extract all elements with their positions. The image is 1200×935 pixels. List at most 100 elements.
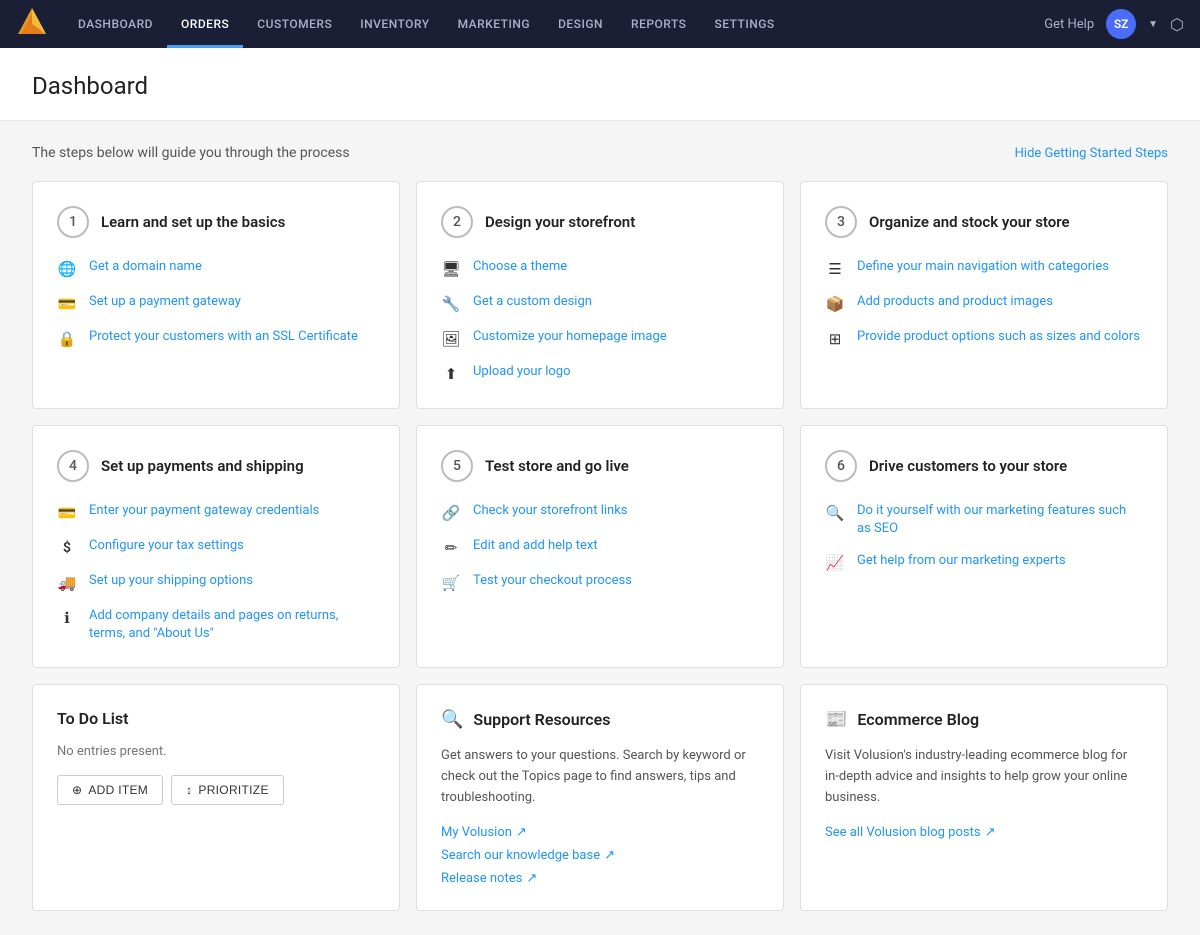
main-content: The steps below will guide you through t…	[0, 121, 1200, 935]
step-4-header: 4 Set up payments and shipping	[57, 450, 375, 482]
my-volusion-link[interactable]: My Volusion ↗	[441, 825, 759, 840]
step-3-title: Organize and stock your store	[869, 213, 1070, 231]
list-item: ℹ Add company details and pages on retur…	[57, 607, 375, 643]
logo[interactable]	[16, 6, 64, 42]
list-item: 📈 Get help from our marketing experts	[825, 552, 1143, 573]
step-1-title: Learn and set up the basics	[101, 213, 285, 231]
step-2-items: 🖥 Choose a theme 🔧 Get a custom design 🖼…	[441, 258, 759, 384]
shipping-icon: 🚚	[57, 573, 77, 593]
blog-title: 📰 Ecommerce Blog	[825, 709, 1143, 730]
shipping-link[interactable]: Set up your shipping options	[89, 572, 253, 590]
external-icon: ↗	[526, 871, 537, 886]
storefront-links-link[interactable]: Check your storefront links	[473, 502, 628, 520]
nav-inventory[interactable]: INVENTORY	[346, 0, 443, 48]
list-item: ✏ Edit and add help text	[441, 537, 759, 558]
step-1-header: 1 Learn and set up the basics	[57, 206, 375, 238]
options-icon: ⊞	[825, 329, 845, 349]
prioritize-button[interactable]: ↕ PRIORITIZE	[171, 775, 284, 805]
nav-items: DASHBOARD ORDERS CUSTOMERS INVENTORY MAR…	[64, 0, 1044, 48]
todo-title: To Do List	[57, 709, 375, 728]
list-item: 🚚 Set up your shipping options	[57, 572, 375, 593]
nav-orders[interactable]: ORDERS	[167, 0, 243, 48]
marketing-experts-link[interactable]: Get help from our marketing experts	[857, 552, 1066, 570]
theme-icon: 🖥	[441, 259, 461, 279]
nav-customers[interactable]: CUSTOMERS	[243, 0, 346, 48]
upload-logo-link[interactable]: Upload your logo	[473, 363, 571, 381]
step-5-items: 🔗 Check your storefront links ✏ Edit and…	[441, 502, 759, 593]
help-text-link[interactable]: Edit and add help text	[473, 537, 598, 555]
step-4-title: Set up payments and shipping	[101, 457, 304, 475]
navigation-link[interactable]: Define your main navigation with categor…	[857, 258, 1109, 276]
step-2-title: Design your storefront	[485, 213, 635, 231]
step-3-card: 3 Organize and stock your store ☰ Define…	[800, 181, 1168, 409]
payment-gateway-link[interactable]: Set up a payment gateway	[89, 293, 241, 311]
payment-icon: 💳	[57, 503, 77, 523]
wrench-icon: 🔧	[441, 294, 461, 314]
nav-icon: ☰	[825, 259, 845, 279]
custom-design-link[interactable]: Get a custom design	[473, 293, 592, 311]
steps-header: The steps below will guide you through t…	[32, 145, 1168, 161]
steps-grid-2: 4 Set up payments and shipping 💳 Enter y…	[32, 425, 1168, 668]
support-title: 🔍 Support Resources	[441, 709, 759, 730]
add-item-button[interactable]: ⊕ ADD ITEM	[57, 775, 163, 805]
blog-icon: 📰	[825, 709, 847, 730]
list-item: 🖥 Choose a theme	[441, 258, 759, 279]
nav-settings[interactable]: SETTINGS	[700, 0, 788, 48]
upload-icon: ⬆	[441, 364, 461, 384]
homepage-image-link[interactable]: Customize your homepage image	[473, 328, 667, 346]
step-5-title: Test store and go live	[485, 457, 629, 475]
external-icon: ↗	[985, 825, 996, 840]
support-card: 🔍 Support Resources Get answers to your …	[416, 684, 784, 910]
user-avatar[interactable]: SZ	[1106, 9, 1136, 39]
list-item: 💳 Set up a payment gateway	[57, 293, 375, 314]
external-link-icon[interactable]: ⬡	[1170, 15, 1184, 34]
nav-dashboard[interactable]: DASHBOARD	[64, 0, 167, 48]
choose-theme-link[interactable]: Choose a theme	[473, 258, 567, 276]
list-item: 🔧 Get a custom design	[441, 293, 759, 314]
products-link[interactable]: Add products and product images	[857, 293, 1053, 311]
lock-icon: 🔒	[57, 329, 77, 349]
step-4-number: 4	[57, 450, 89, 482]
step-6-number: 6	[825, 450, 857, 482]
get-help-link[interactable]: Get Help	[1044, 17, 1094, 32]
nav-marketing[interactable]: MARKETING	[444, 0, 545, 48]
list-item: 🌐 Get a domain name	[57, 258, 375, 279]
page-title: Dashboard	[32, 72, 1168, 100]
hide-steps-link[interactable]: Hide Getting Started Steps	[1015, 146, 1168, 161]
nav-reports[interactable]: REPORTS	[617, 0, 700, 48]
step-5-number: 5	[441, 450, 473, 482]
blog-description: Visit Volusion's industry-leading ecomme…	[825, 746, 1143, 808]
list-item: ☰ Define your main navigation with categ…	[825, 258, 1143, 279]
tax-settings-link[interactable]: Configure your tax settings	[89, 537, 244, 555]
step-6-items: 🔍 Do it yourself with our marketing feat…	[825, 502, 1143, 573]
todo-buttons: ⊕ ADD ITEM ↕ PRIORITIZE	[57, 775, 375, 805]
tax-icon: $	[57, 538, 77, 558]
steps-description: The steps below will guide you through t…	[32, 145, 350, 161]
ssl-link[interactable]: Protect your customers with an SSL Certi…	[89, 328, 358, 346]
step-1-card: 1 Learn and set up the basics 🌐 Get a do…	[32, 181, 400, 409]
prioritize-icon: ↕	[186, 783, 192, 797]
gateway-credentials-link[interactable]: Enter your payment gateway credentials	[89, 502, 319, 520]
step-2-number: 2	[441, 206, 473, 238]
nav-design[interactable]: DESIGN	[544, 0, 617, 48]
list-item: ⊞ Provide product options such as sizes …	[825, 328, 1143, 349]
checkout-link[interactable]: Test your checkout process	[473, 572, 632, 590]
todo-card: To Do List No entries present. ⊕ ADD ITE…	[32, 684, 400, 910]
seo-link[interactable]: Do it yourself with our marketing featur…	[857, 502, 1143, 538]
step-5-card: 5 Test store and go live 🔗 Check your st…	[416, 425, 784, 668]
support-links: My Volusion ↗ Search our knowledge base …	[441, 825, 759, 886]
product-icon: 📦	[825, 294, 845, 314]
plus-icon: ⊕	[72, 783, 82, 797]
step-3-number: 3	[825, 206, 857, 238]
blog-link[interactable]: See all Volusion blog posts ↗	[825, 825, 1143, 840]
step-6-title: Drive customers to your store	[869, 457, 1067, 475]
globe-icon: 🌐	[57, 259, 77, 279]
release-notes-link[interactable]: Release notes ↗	[441, 871, 759, 886]
cart-icon: 🛒	[441, 573, 461, 593]
knowledge-base-link[interactable]: Search our knowledge base ↗	[441, 848, 759, 863]
domain-link[interactable]: Get a domain name	[89, 258, 202, 276]
step-6-card: 6 Drive customers to your store 🔍 Do it …	[800, 425, 1168, 668]
product-options-link[interactable]: Provide product options such as sizes an…	[857, 328, 1140, 346]
company-details-link[interactable]: Add company details and pages on returns…	[89, 607, 375, 643]
navbar: DASHBOARD ORDERS CUSTOMERS INVENTORY MAR…	[0, 0, 1200, 48]
